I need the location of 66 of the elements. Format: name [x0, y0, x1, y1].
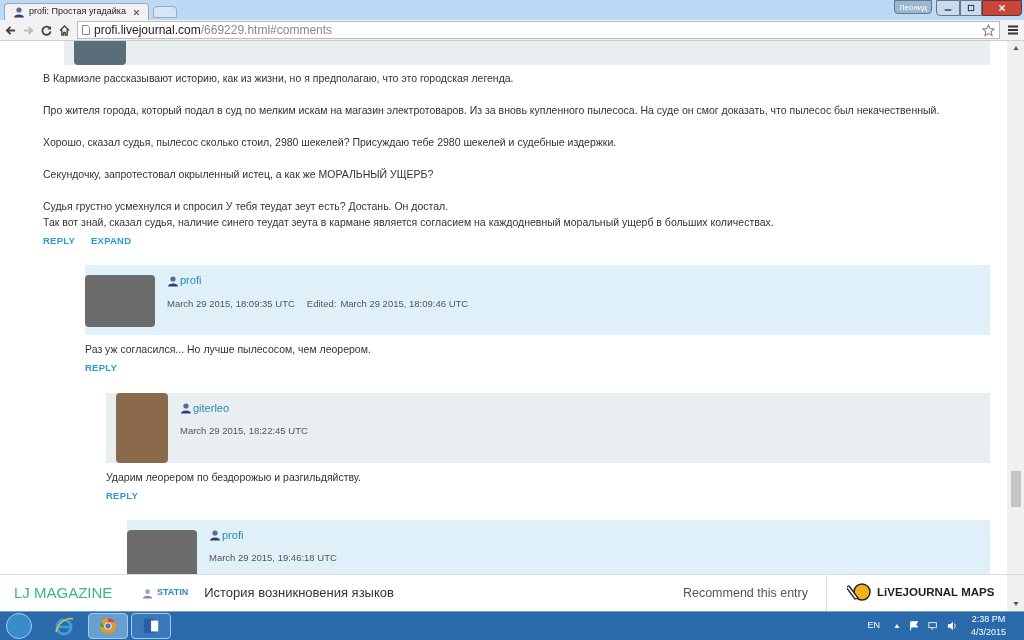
word-taskbar-button[interactable]	[131, 613, 171, 639]
comment-date: March 29 2015, 18:22:45 UTC	[180, 424, 308, 438]
close-icon	[998, 4, 1006, 12]
back-arrow-icon[interactable]	[5, 24, 16, 36]
edited-date: March 29 2015, 18:09:46 UTC	[340, 296, 469, 311]
caret-up-icon[interactable]	[893, 623, 900, 629]
avatar-photo-placeholder	[85, 275, 155, 328]
globe-pencil-icon	[847, 582, 873, 604]
user-icon	[13, 6, 25, 18]
edited-label: Edited:	[306, 296, 337, 311]
comment-text: Раз уж согласился... Но лучше пылесосом, чем леорером.	[85, 342, 372, 358]
comment-action-link[interactable]: REPLY	[85, 361, 117, 376]
globe-taskbar-icon[interactable]	[54, 616, 74, 636]
close-button[interactable]	[982, 0, 1022, 16]
user-button[interactable]: Леонид	[894, 0, 932, 14]
start-button[interactable]	[6, 613, 32, 639]
scrollbar[interactable]	[1007, 41, 1024, 574]
address-bar[interactable]: profi.livejournal.com/669229.html#comments	[77, 21, 1000, 39]
avatar-photo-placeholder	[127, 529, 197, 574]
network-icon[interactable]	[927, 621, 938, 631]
comment-text: Секундочку, запротестовал окрыленный истец, а как же МОРАЛЬНЫЙ УЩЕРБ?	[43, 167, 435, 182]
flag-icon[interactable]	[908, 621, 919, 631]
avatar-photo-placeholder	[74, 41, 126, 65]
home-icon[interactable]	[59, 24, 70, 36]
minimize-button[interactable]	[936, 0, 960, 16]
comment-text: Хорошо, сказал судья, пылесос сколько стоил, 2980 шекелей? Присуждаю тебе 2980 шекелей и судебные издержки.	[43, 135, 618, 150]
restore-icon	[967, 4, 975, 12]
scrollbar[interactable]	[1007, 575, 1024, 611]
user-icon	[180, 401, 192, 414]
comment-action-link[interactable]: REPLY	[106, 488, 138, 503]
clock-date[interactable]: 4/3/2015	[970, 626, 1006, 640]
comment-action-link[interactable]: REPLY	[43, 234, 75, 249]
author-link[interactable]: profi	[222, 526, 244, 544]
page-icon	[82, 25, 90, 35]
author-link[interactable]: giterleo	[193, 399, 230, 416]
chrome-icon	[99, 617, 117, 635]
language-indicator[interactable]: EN	[867, 619, 880, 633]
close-icon[interactable]	[133, 8, 140, 16]
scroll-up-icon[interactable]	[1012, 45, 1019, 51]
comment-text: Ударим леорером по бездорожью и разгильдяйству.	[106, 469, 362, 485]
maps-logo[interactable]: LiVEJOURNAL MAPS	[827, 582, 1007, 604]
user-icon	[167, 274, 179, 287]
comment-action-link[interactable]: EXPAND	[91, 234, 132, 249]
comment-date: March 29 2015, 18:09:35 UTC	[167, 296, 295, 311]
menu-icon[interactable]	[1007, 24, 1019, 36]
headline-link[interactable]: История возникновения языков	[204, 583, 394, 603]
avatar-photo-placeholder	[116, 392, 168, 463]
comment-text: Про жителя города, который подал в суд по мелким искам на магазин электротоваров. Из за вновь купленного пылесоса. На суде он смог доказать, что пылесос был некачественный.	[43, 103, 941, 118]
scrollbar-thumb[interactable]	[1010, 471, 1021, 507]
author-link[interactable]: STATIN	[157, 586, 189, 600]
scroll-down-icon[interactable]	[1012, 601, 1019, 607]
user-icon	[142, 587, 153, 599]
star-icon[interactable]	[982, 23, 995, 37]
document-icon	[142, 617, 160, 635]
magazine-link[interactable]: LJ MAGAZINE	[0, 581, 128, 605]
author-link[interactable]: profi	[180, 272, 202, 289]
user-icon	[209, 529, 221, 541]
clock-time[interactable]: 2:38 PM	[971, 612, 1006, 626]
speaker-icon[interactable]	[946, 621, 957, 631]
comment-text: В Кармиэле рассказывают историю, как из жизни, но я предполагаю, что это городская легенда.	[43, 71, 515, 86]
comment-date: March 29 2015, 19:46:18 UTC	[209, 551, 337, 566]
maximize-button[interactable]	[960, 0, 982, 16]
comment-text: Судья грустно усмехнулся и спросил У тебя теудат зеут есть? Достань. Он достал.	[43, 199, 450, 214]
browser-tab[interactable]: profi: Простая угадайка	[4, 3, 149, 20]
reload-icon[interactable]	[41, 24, 52, 36]
comment-text: Так вот знай, сказал судья, наличие синего теудат зеута в кармане является согласием на каждодневный моральный ущерб в больших количествах.	[43, 215, 775, 230]
